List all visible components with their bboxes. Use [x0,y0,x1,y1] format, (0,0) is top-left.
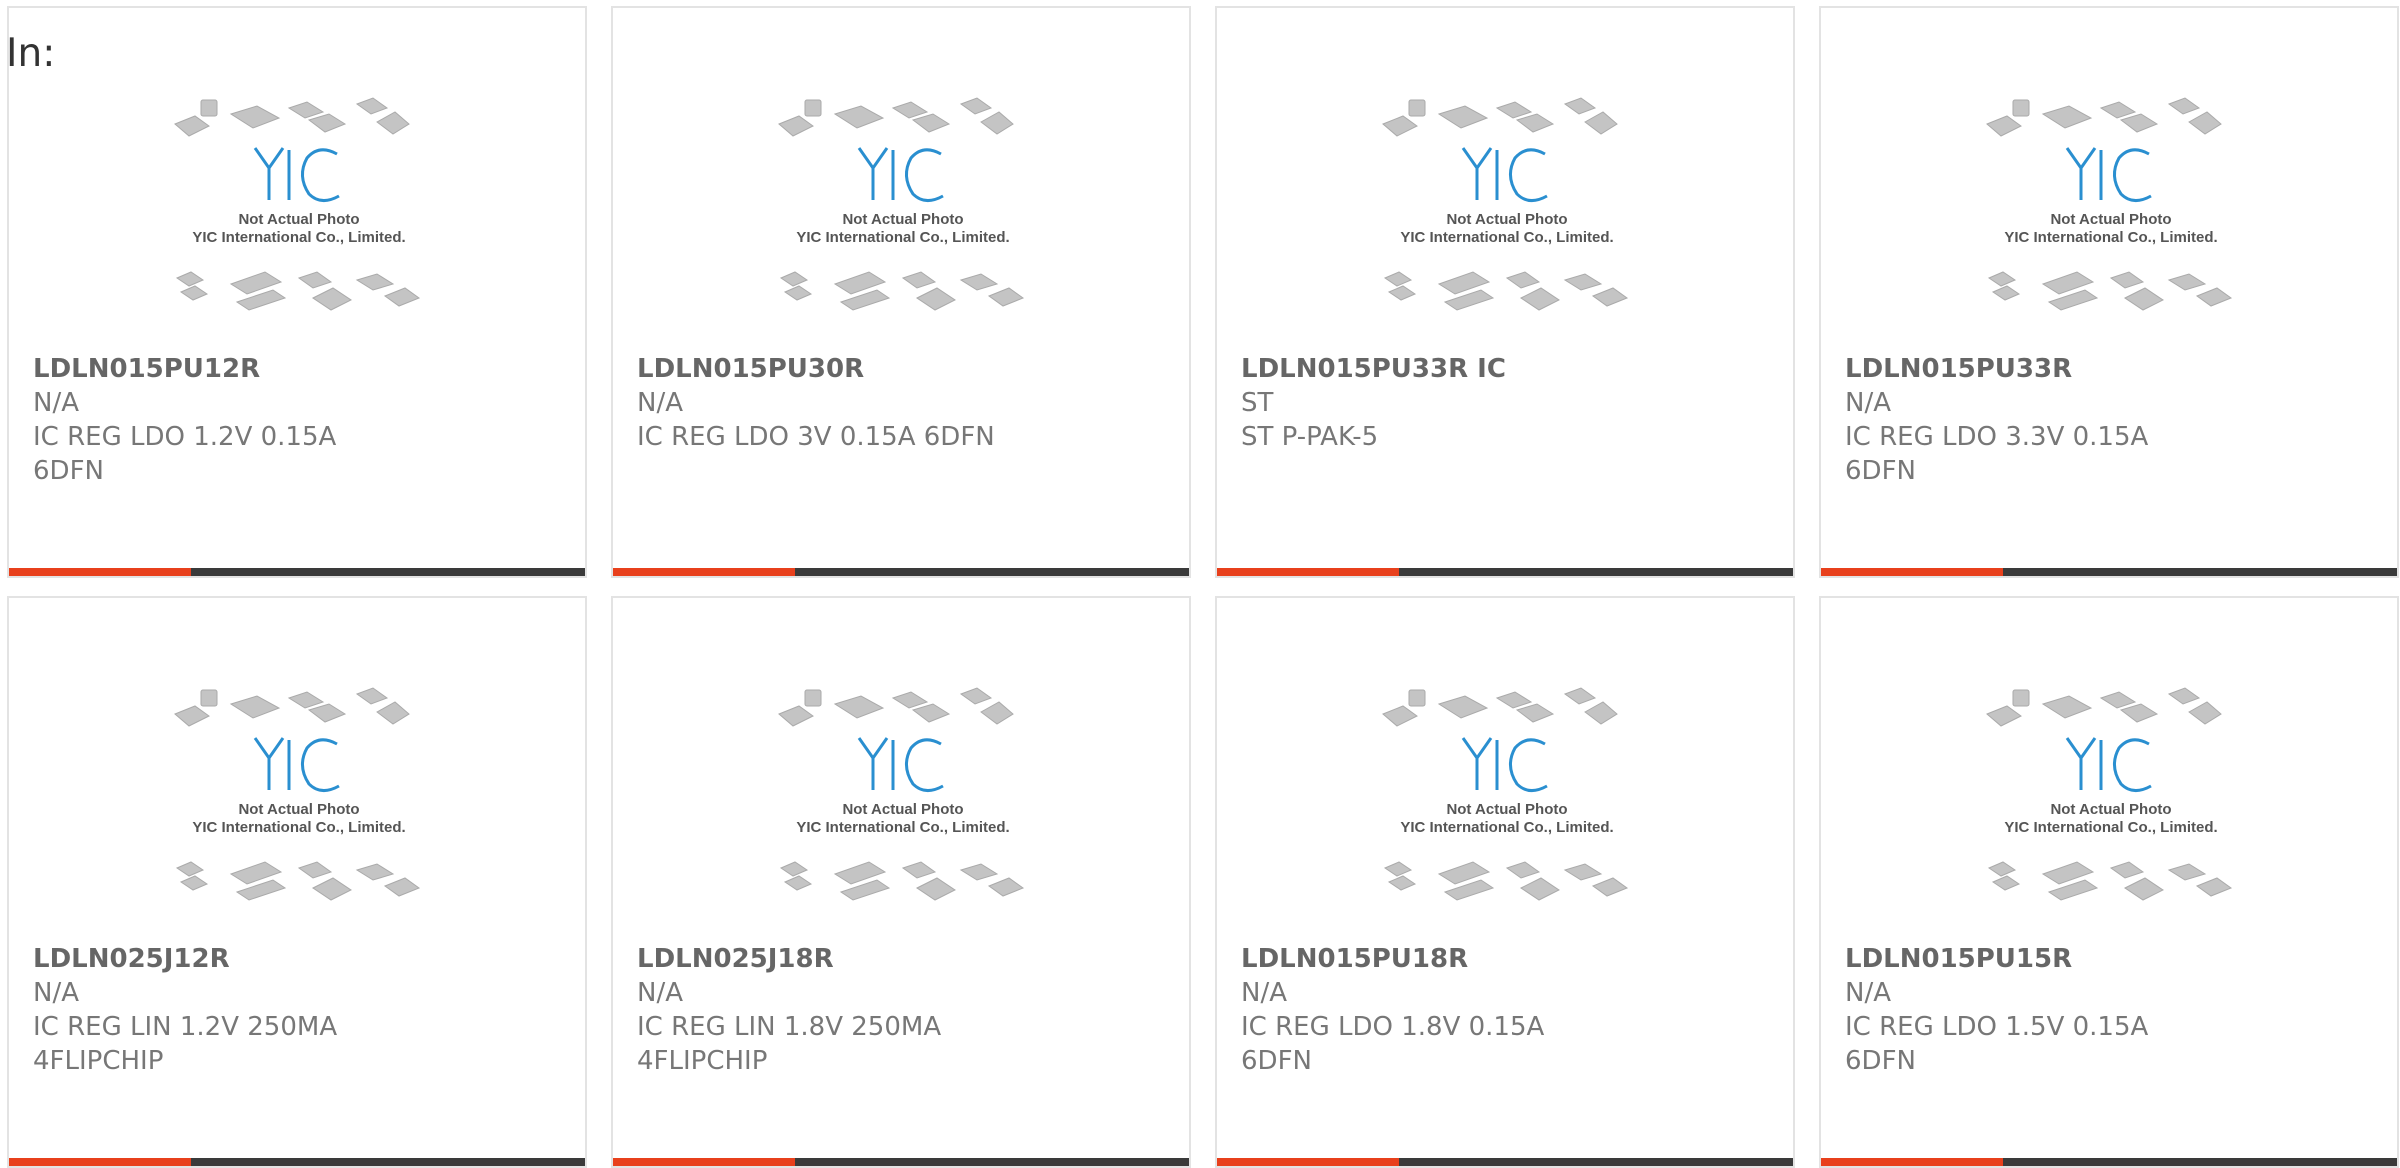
card-footer-bar [1217,1158,1793,1166]
placeholder-photo: Not Actual Photo YIC International Co., … [1382,97,1629,311]
placeholder-line2: YIC International Co., Limited. [192,819,405,836]
card-accent [613,1158,795,1166]
description: IC REG LIN 1.2V 250MA 4FLIPCHIP [33,1012,338,1076]
manufacturer: N/A [637,388,683,418]
card-accent [613,568,795,576]
description: ST P-PAK-5 [1241,422,1379,452]
description: IC REG LIN 1.8V 250MA 4FLIPCHIP [637,1012,942,1076]
card-footer-bar [1217,568,1793,576]
manufacturer: N/A [637,978,683,1008]
filter-label: In: [6,31,56,76]
manufacturer: N/A [1241,978,1287,1008]
placeholder-line2: YIC International Co., Limited. [2004,819,2217,836]
placeholder-line2: YIC International Co., Limited. [796,229,1009,246]
placeholder-photo: Not Actual Photo YIC International Co., … [1986,687,2233,901]
part-number[interactable]: LDLN015PU33R IC [1241,352,1781,386]
placeholder-line2: YIC International Co., Limited. [192,229,405,246]
product-card[interactable]: Not Actual Photo YIC International Co., … [1819,596,2399,1168]
placeholder-photo: Not Actual Photo YIC International Co., … [778,687,1025,901]
placeholder-line2: YIC International Co., Limited. [1400,229,1613,246]
description: IC REG LDO 3.3V 0.15A 6DFN [1845,422,2149,486]
placeholder-line2: YIC International Co., Limited. [796,819,1009,836]
card-footer-bar [613,568,1189,576]
card-footer-bar [1821,1158,2397,1166]
placeholder-line1: Not Actual Photo [1446,801,1567,818]
placeholder-line2: YIC International Co., Limited. [2004,229,2217,246]
card-accent [1821,568,2003,576]
part-number[interactable]: LDLN025J18R [637,942,1177,976]
product-card[interactable]: Not Actual Photo YIC International Co., … [1819,6,2399,578]
manufacturer: N/A [1845,388,1891,418]
description: IC REG LDO 3V 0.15A 6DFN [637,422,995,452]
description: IC REG LDO 1.2V 0.15A 6DFN [33,422,337,486]
product-card[interactable]: Not Actual Photo YIC International Co., … [7,596,587,1168]
placeholder-line1: Not Actual Photo [842,211,963,228]
description: IC REG LDO 1.5V 0.15A 6DFN [1845,1012,2149,1076]
card-accent [9,568,191,576]
placeholder-photo: Not Actual Photo YIC International Co., … [1986,97,2233,311]
product-card[interactable]: Not Actual Photo YIC International Co., … [611,596,1191,1168]
card-footer-bar [9,568,585,576]
card-accent [1217,1158,1399,1166]
product-grid: Not Actual Photo YIC International Co., … [0,0,2400,1168]
card-footer-bar [1821,568,2397,576]
card-footer-bar [9,1158,585,1166]
card-footer-bar [613,1158,1189,1166]
product-card[interactable]: Not Actual Photo YIC International Co., … [1215,596,1795,1168]
placeholder-photo: Not Actual Photo YIC International Co., … [778,97,1025,311]
description: IC REG LDO 1.8V 0.15A 6DFN [1241,1012,1545,1076]
manufacturer: ST [1241,388,1274,418]
placeholder-line2: YIC International Co., Limited. [1400,819,1613,836]
product-card[interactable]: Not Actual Photo YIC International Co., … [7,6,587,578]
part-number[interactable]: LDLN015PU18R [1241,942,1781,976]
placeholder-photo: Not Actual Photo YIC International Co., … [174,687,421,901]
placeholder-line1: Not Actual Photo [2050,801,2171,818]
part-number[interactable]: LDLN025J12R [33,942,573,976]
placeholder-photo: Not Actual Photo YIC International Co., … [174,97,421,311]
placeholder-photo: Not Actual Photo YIC International Co., … [1382,687,1629,901]
card-accent [1821,1158,2003,1166]
part-number[interactable]: LDLN015PU33R [1845,352,2385,386]
placeholder-line1: Not Actual Photo [238,211,359,228]
product-card[interactable]: Not Actual Photo YIC International Co., … [611,6,1191,578]
part-number[interactable]: LDLN015PU15R [1845,942,2385,976]
placeholder-line1: Not Actual Photo [2050,211,2171,228]
placeholder-line1: Not Actual Photo [1446,211,1567,228]
placeholder-line1: Not Actual Photo [842,801,963,818]
part-number[interactable]: LDLN015PU12R [33,352,573,386]
manufacturer: N/A [1845,978,1891,1008]
manufacturer: N/A [33,388,79,418]
part-number[interactable]: LDLN015PU30R [637,352,1177,386]
card-accent [1217,568,1399,576]
product-card[interactable]: Not Actual Photo YIC International Co., … [1215,6,1795,578]
card-accent [9,1158,191,1166]
placeholder-line1: Not Actual Photo [238,801,359,818]
manufacturer: N/A [33,978,79,1008]
